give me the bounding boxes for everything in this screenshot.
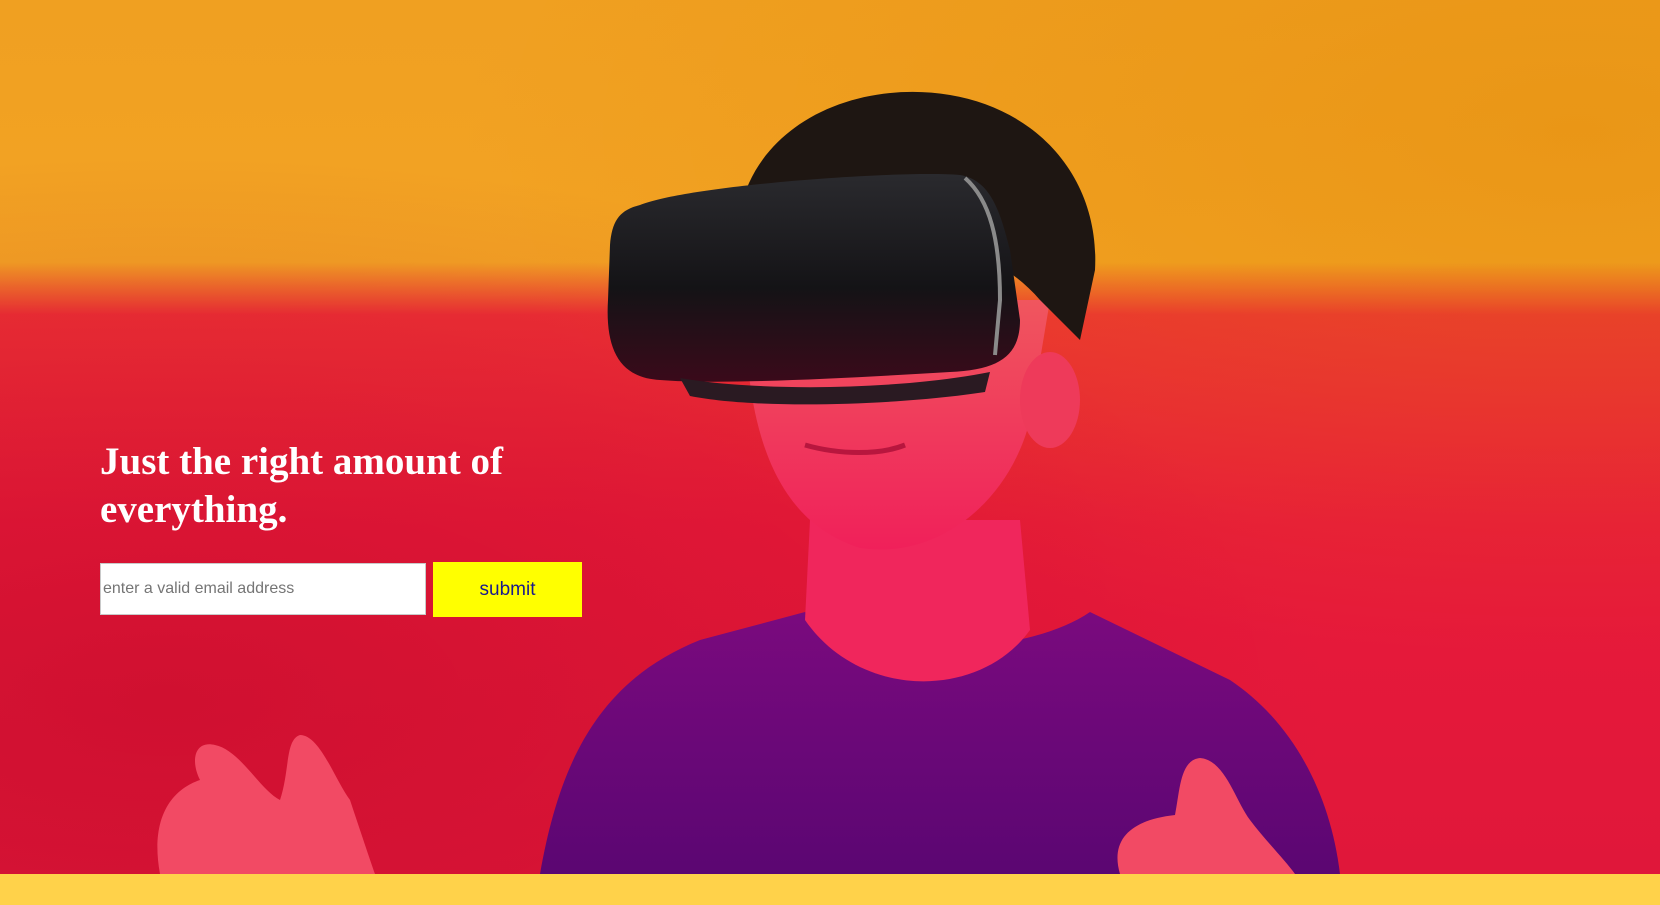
vr-user-photo [157,91,1340,874]
email-signup-form: submit [100,562,600,618]
email-input[interactable] [100,563,426,615]
left-hand-shape [157,735,375,874]
vr-headset-shape [607,174,1020,382]
hero-headline: Just the right amount of everything. [100,440,504,531]
ear-shape [1020,352,1080,448]
submit-button[interactable]: submit [433,562,582,617]
hero-section: Just the right amount of everything. sub… [0,0,1660,874]
footer-band [0,874,1660,905]
